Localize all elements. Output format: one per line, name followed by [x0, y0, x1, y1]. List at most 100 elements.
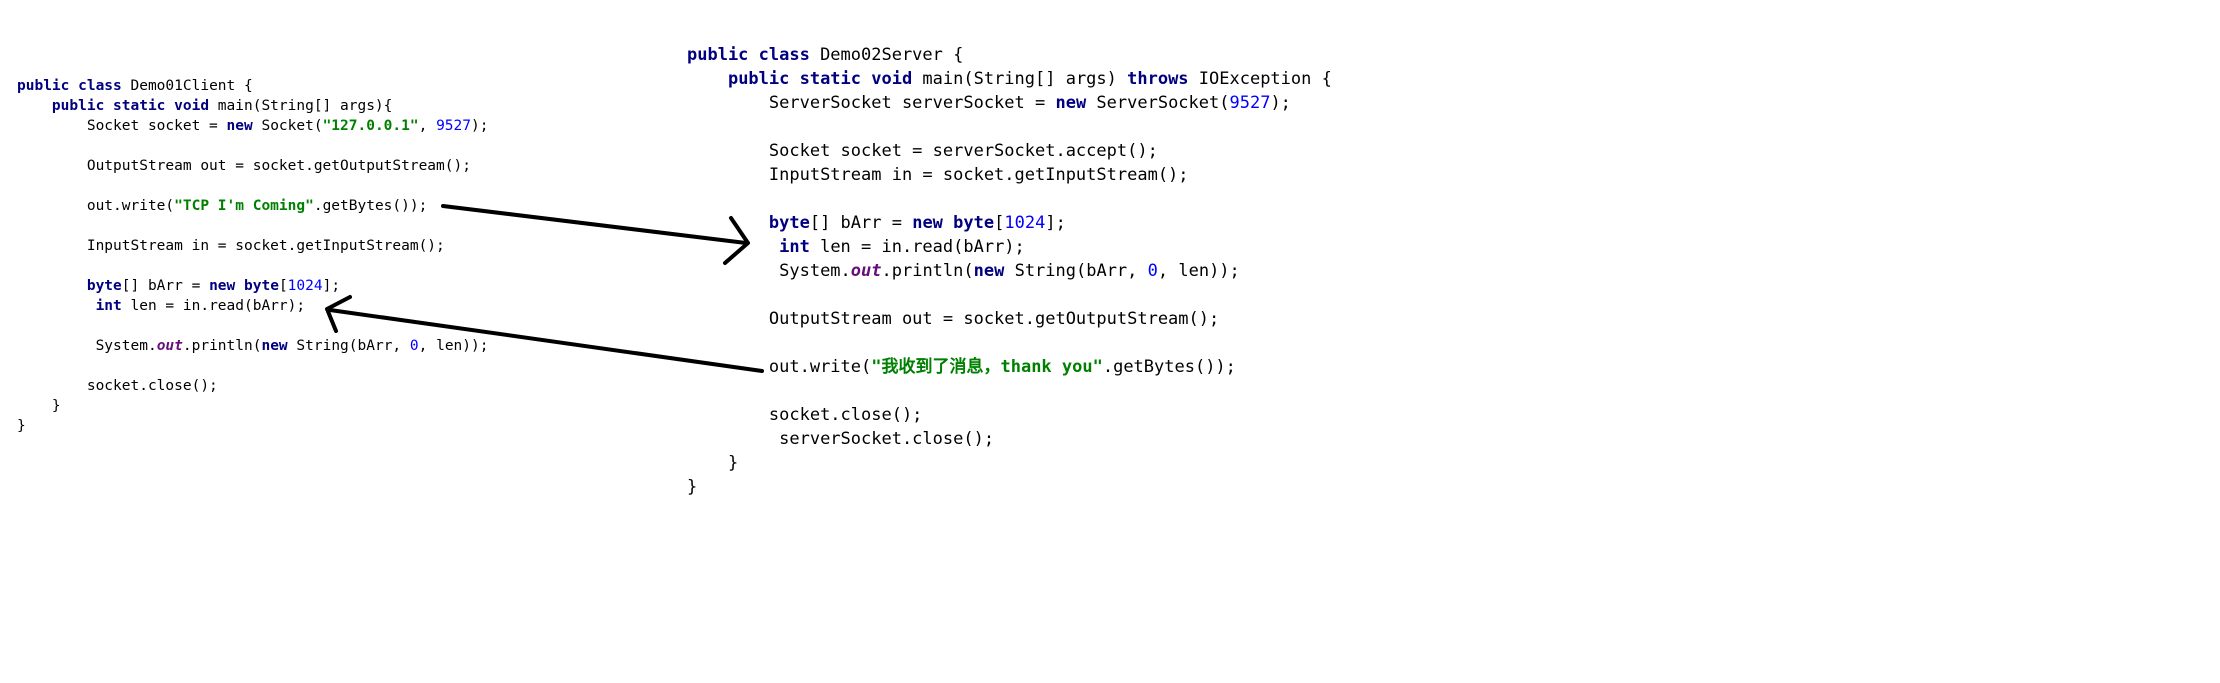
code-token-num: 0	[1147, 261, 1158, 281]
code-token-kw: new	[973, 261, 1005, 281]
server-code-line: socket.close();	[687, 403, 923, 427]
code-token-kw: new	[261, 338, 288, 354]
code-token-plain: IOException {	[1188, 69, 1332, 89]
code-token-kw: new	[1055, 93, 1087, 113]
code-token-plain: .println(	[182, 338, 262, 354]
code-token-plain: , len));	[1157, 261, 1240, 281]
code-token-num: 9527	[1229, 93, 1271, 113]
client-code-line: public class Demo01Client {	[17, 76, 253, 96]
code-token-plain: [	[994, 213, 1005, 233]
client-code-line: int len = in.read(bArr);	[17, 296, 306, 316]
code-token-num: 1024	[1004, 213, 1046, 233]
code-token-plain: }	[17, 418, 26, 434]
code-token-plain: ,	[418, 118, 437, 134]
code-token-kw: throws	[1127, 69, 1189, 89]
code-token-plain: System.	[779, 261, 851, 281]
code-token-plain: , len));	[418, 338, 489, 354]
code-token-kw: int	[779, 237, 810, 257]
code-token-plain: InputStream in = socket.getInputStream()…	[768, 165, 1189, 185]
code-token-plain: .getBytes());	[313, 198, 428, 214]
code-token-plain: }	[687, 477, 698, 497]
client-code-line: public static void main(String[] args){	[17, 96, 392, 116]
code-token-plain: OutputStream out = socket.getOutputStrea…	[768, 309, 1220, 329]
server-code-line: InputStream in = socket.getInputStream()…	[687, 163, 1189, 187]
code-token-plain: );	[471, 118, 489, 134]
code-token-kw: new	[226, 118, 253, 134]
code-token-plain: InputStream in = socket.getInputStream()…	[86, 238, 445, 254]
server-code-line: System.out.println(new String(bArr, 0, l…	[687, 259, 1240, 283]
server-code-line: Socket socket = serverSocket.accept();	[687, 139, 1158, 163]
client-code-line: socket.close();	[17, 376, 218, 396]
code-token-plain: socket.close();	[86, 378, 218, 394]
client-code-line: byte[] bArr = new byte[1024];	[17, 276, 340, 296]
code-token-plain: }	[51, 398, 61, 414]
code-token-num: 1024	[287, 278, 323, 294]
code-token-str: "TCP I'm Coming"	[174, 198, 314, 214]
client-code-line: InputStream in = socket.getInputStream()…	[17, 236, 445, 256]
code-token-plain: Demo01Client {	[121, 78, 253, 94]
client-code-line: }	[17, 396, 61, 416]
code-token-num: 9527	[436, 118, 471, 134]
code-token-plain: OutputStream out = socket.getOutputStrea…	[86, 158, 471, 174]
server-code-line: }	[687, 451, 738, 475]
server-code-line: int len = in.read(bArr);	[687, 235, 1025, 259]
server-code-line: ServerSocket serverSocket = new ServerSo…	[687, 91, 1291, 115]
code-token-kw: new	[912, 213, 943, 233]
code-token-kw: int	[95, 298, 122, 314]
code-token-num: 0	[409, 338, 419, 354]
code-token-plain: }	[727, 453, 739, 473]
code-token-kw: byte	[86, 278, 122, 294]
code-token-plain: [] bArr =	[809, 213, 913, 233]
code-token-kw: byte	[953, 213, 995, 233]
code-token-plain: .println(	[881, 261, 974, 281]
code-token-plain: socket.close();	[768, 405, 923, 425]
code-token-plain: out.write(	[768, 357, 872, 377]
code-token-kw: public static void	[51, 98, 210, 114]
code-token-static: out	[156, 338, 183, 354]
client-code-line: }	[17, 416, 26, 436]
code-token-plain: ];	[322, 278, 341, 294]
code-token-plain: );	[1270, 93, 1291, 113]
client-code-line: System.out.println(new String(bArr, 0, l…	[17, 336, 489, 356]
code-token-plain: main(String[] args){	[209, 98, 393, 114]
code-token-plain: Demo02Server {	[809, 45, 964, 65]
code-token-static: out	[850, 261, 882, 281]
server-code-line: out.write("我收到了消息，thank you".getBytes())…	[687, 355, 1236, 379]
code-token-kw: public static void	[727, 69, 913, 89]
server-code-line: public class Demo02Server {	[687, 43, 963, 67]
code-token-plain: [] bArr =	[121, 278, 210, 294]
code-token-plain: System.	[95, 338, 157, 354]
client-code-line: out.write("TCP I'm Coming".getBytes());	[17, 196, 428, 216]
code-token-kw: byte	[244, 278, 279, 294]
server-code-line: }	[687, 475, 697, 499]
code-token-plain: String(bArr,	[287, 338, 410, 354]
code-token-plain: len = in.read(bArr);	[809, 237, 1025, 257]
code-token-plain: [	[278, 278, 288, 294]
code-token-plain: Socket(	[252, 118, 323, 134]
code-token-plain: .getBytes());	[1102, 357, 1236, 377]
client-code-line: OutputStream out = socket.getOutputStrea…	[17, 156, 471, 176]
code-token-plain: out.write(	[86, 198, 175, 214]
code-token-kw: public class	[17, 78, 122, 94]
client-code-line: Socket socket = new Socket("127.0.0.1", …	[17, 116, 489, 136]
code-token-plain: String(bArr,	[1004, 261, 1148, 281]
server-code-line: serverSocket.close();	[687, 427, 994, 451]
